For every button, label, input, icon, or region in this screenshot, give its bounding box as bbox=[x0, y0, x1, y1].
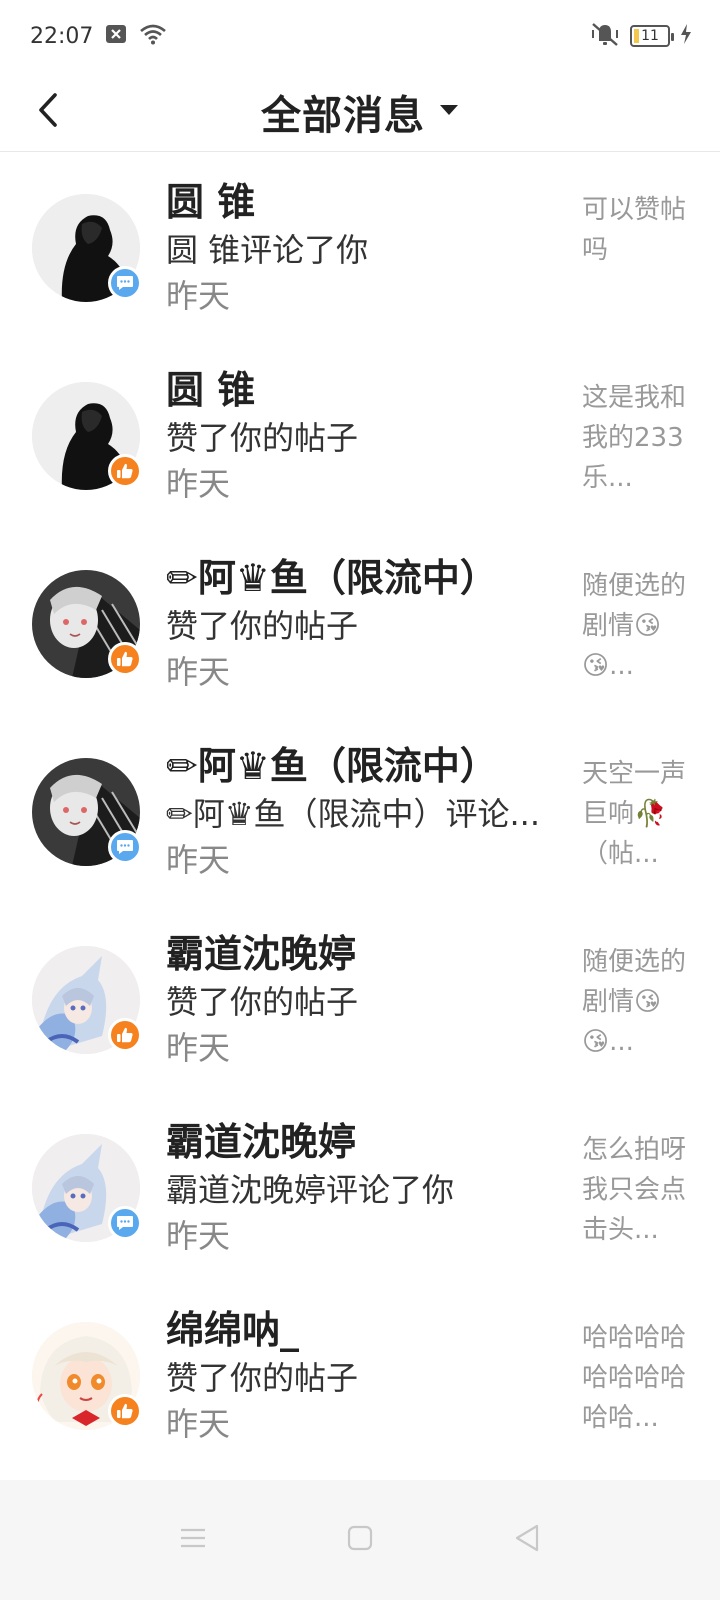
message-item[interactable]: 霸道沈晚婷 霸道沈晚婷评论了你 昨天 怎么拍呀我只会点击头... bbox=[0, 1092, 720, 1280]
message-action: 赞了你的帖子 bbox=[166, 419, 359, 457]
sender-name[interactable]: 绵绵呐_ bbox=[166, 1306, 546, 1354]
message-time: 昨天 bbox=[166, 1405, 231, 1443]
message-texts: ✏阿♛鱼（限流中） ✏阿♛鱼（限流中）评论... 昨天 bbox=[166, 742, 546, 882]
post-preview[interactable]: 随便选的剧情😘😘... bbox=[582, 942, 694, 1062]
message-texts: 绵绵呐_ 赞了你的帖子 昨天 bbox=[166, 1306, 546, 1446]
post-preview[interactable]: 可以赞帖吗 bbox=[582, 190, 694, 270]
menu-icon bbox=[179, 1526, 207, 1554]
battery-icon: 11 bbox=[630, 25, 674, 47]
battery-level: 11 bbox=[641, 28, 659, 44]
sender-name[interactable]: 圆 锥 bbox=[166, 366, 546, 414]
sender-name[interactable]: 霸道沈晚婷 bbox=[166, 1118, 546, 1166]
avatar-wrapper[interactable] bbox=[32, 1322, 142, 1430]
message-action: 霸道沈晚婷评论了你 bbox=[166, 1171, 455, 1209]
thumbs-up-icon bbox=[108, 1394, 142, 1428]
message-texts: 圆 锥圆 锥评论了你 昨天 bbox=[166, 178, 546, 318]
message-time: 昨天 bbox=[166, 1217, 231, 1255]
message-time: 昨天 bbox=[166, 277, 231, 315]
sender-name[interactable]: 霸道沈晚婷 bbox=[166, 930, 546, 978]
avatar-wrapper[interactable] bbox=[32, 1134, 142, 1242]
message-texts: 圆 锥赞了你的帖子 昨天 bbox=[166, 366, 546, 506]
home-button[interactable] bbox=[330, 1510, 390, 1570]
back-nav-button[interactable] bbox=[497, 1510, 557, 1570]
mute-vibrate-icon bbox=[590, 21, 620, 51]
status-bar: 22:07 11 bbox=[0, 0, 720, 72]
chevron-left-icon bbox=[36, 92, 60, 132]
message-item[interactable]: ✏阿♛鱼（限流中） 赞了你的帖子 昨天 随便选的剧情😘😘... bbox=[0, 528, 720, 716]
menu-button[interactable] bbox=[163, 1510, 223, 1570]
message-filter-dropdown[interactable]: 全部消息 bbox=[261, 83, 459, 141]
avatar-wrapper[interactable] bbox=[32, 382, 142, 490]
avatar-wrapper[interactable] bbox=[32, 570, 142, 678]
message-item[interactable]: 霸道沈晚婷 赞了你的帖子 昨天 随便选的剧情😘😘... bbox=[0, 904, 720, 1092]
message-action: 赞了你的帖子 bbox=[166, 983, 359, 1021]
comment-bubble-icon bbox=[108, 266, 142, 300]
comment-bubble-icon bbox=[108, 1206, 142, 1240]
system-nav-bar bbox=[0, 1480, 720, 1600]
message-item[interactable]: 圆 锥赞了你的帖子 昨天 这是我和我的233乐... bbox=[0, 340, 720, 528]
message-texts: 霸道沈晚婷赞了你的帖子 昨天 bbox=[166, 930, 546, 1070]
message-texts: 霸道沈晚婷霸道沈晚婷评论了你 昨天 bbox=[166, 1118, 546, 1258]
comment-bubble-icon bbox=[108, 830, 142, 864]
thumbs-up-icon bbox=[108, 1018, 142, 1052]
caret-down-icon bbox=[439, 102, 459, 121]
notification-icon bbox=[105, 24, 127, 48]
sender-name[interactable]: ✏阿♛鱼（限流中） bbox=[166, 742, 546, 790]
message-time: 昨天 bbox=[166, 1029, 231, 1067]
message-item[interactable]: 绵绵呐_ 赞了你的帖子 昨天 哈哈哈哈哈哈哈哈哈哈... bbox=[0, 1280, 720, 1468]
page-title: 全部消息 bbox=[261, 92, 425, 139]
message-time: 昨天 bbox=[166, 841, 231, 879]
message-action: 圆 锥评论了你 bbox=[166, 231, 369, 269]
thumbs-up-icon bbox=[108, 642, 142, 676]
avatar-wrapper[interactable] bbox=[32, 758, 142, 866]
status-right: 11 bbox=[590, 21, 692, 51]
message-list: 圆 锥圆 锥评论了你 昨天 可以赞帖吗圆 锥赞了你的帖子 昨天 这是我和我的233乐..… bbox=[0, 152, 720, 1480]
avatar-wrapper[interactable] bbox=[32, 194, 142, 302]
avatar-wrapper[interactable] bbox=[32, 946, 142, 1054]
message-item[interactable]: 圆 锥圆 锥评论了你 昨天 可以赞帖吗 bbox=[0, 152, 720, 340]
back-button[interactable] bbox=[28, 86, 68, 138]
message-action: ✏阿♛鱼（限流中）评论... bbox=[166, 795, 541, 833]
message-item[interactable]: ✏阿♛鱼（限流中） ✏阿♛鱼（限流中）评论... 昨天 天空一声巨响🥀（帖... bbox=[0, 716, 720, 904]
header-bar: 全部消息 bbox=[0, 72, 720, 152]
thumbs-up-icon bbox=[108, 454, 142, 488]
post-preview[interactable]: 随便选的剧情😘😘... bbox=[582, 566, 694, 686]
message-texts: ✏阿♛鱼（限流中） 赞了你的帖子 昨天 bbox=[166, 554, 546, 694]
wifi-icon bbox=[139, 23, 167, 49]
post-preview[interactable]: 哈哈哈哈哈哈哈哈哈哈... bbox=[582, 1318, 694, 1438]
status-left: 22:07 bbox=[30, 23, 167, 49]
message-item[interactable]: ʚ 浧 ɞ 『Vl· bbox=[0, 1468, 720, 1480]
post-preview[interactable]: 天空一声巨响🥀（帖... bbox=[582, 754, 694, 874]
sender-name[interactable]: ✏阿♛鱼（限流中） bbox=[166, 554, 546, 602]
charging-icon bbox=[680, 24, 692, 48]
home-square-icon bbox=[347, 1525, 373, 1555]
triangle-back-icon bbox=[513, 1523, 541, 1557]
sender-name[interactable]: 圆 锥 bbox=[166, 178, 546, 226]
message-time: 昨天 bbox=[166, 653, 231, 691]
status-time: 22:07 bbox=[30, 23, 94, 49]
message-time: 昨天 bbox=[166, 465, 231, 503]
post-preview[interactable]: 怎么拍呀我只会点击头... bbox=[582, 1130, 694, 1250]
message-action: 赞了你的帖子 bbox=[166, 1359, 359, 1397]
message-action: 赞了你的帖子 bbox=[166, 607, 359, 645]
post-preview[interactable]: 这是我和我的233乐... bbox=[582, 378, 694, 498]
